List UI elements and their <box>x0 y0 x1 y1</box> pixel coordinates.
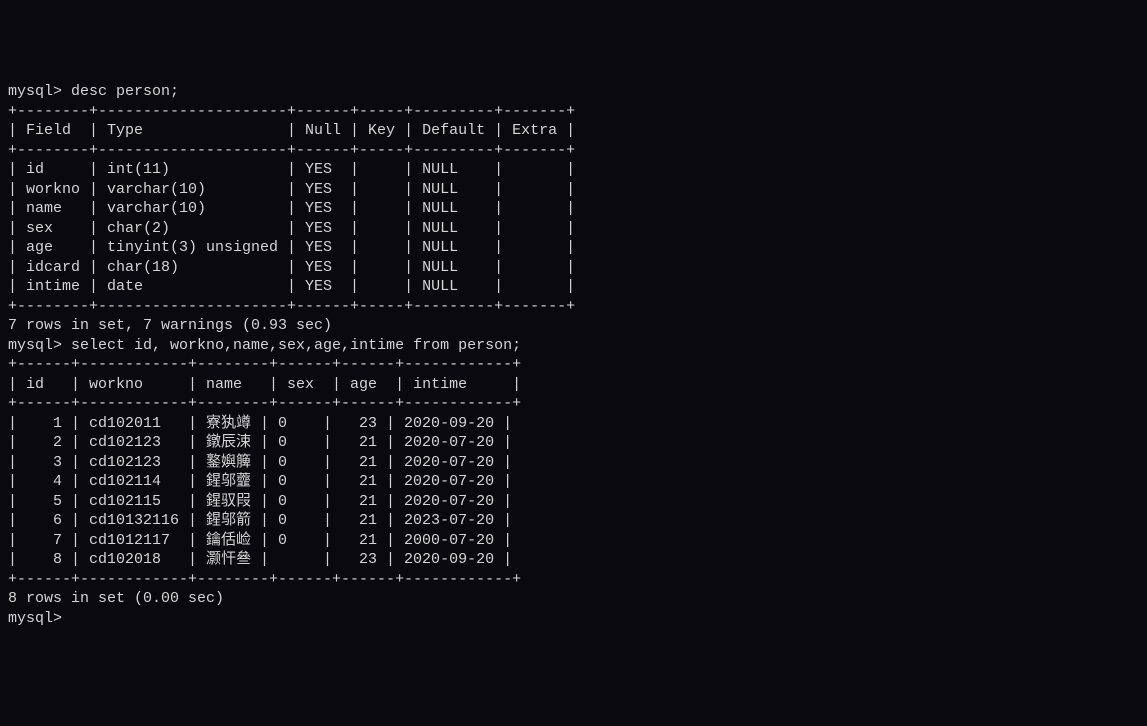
table-row: | name | varchar(10) | YES | | NULL | | <box>8 199 1139 219</box>
table-row: | age | tinyint(3) unsigned | YES | | NU… <box>8 238 1139 258</box>
status-text: 8 rows in set (0.00 sec) <box>8 589 1139 609</box>
table-border: +--------+---------------------+------+-… <box>8 102 1139 122</box>
command-text: select id, workno,name,sex,age,intime fr… <box>62 337 521 354</box>
table-row: | 7 | cd1012117 | 鑰佸崄 | 0 | 21 | 2000-07… <box>8 531 1139 551</box>
table-row: | 3 | cd102123 | 鐜嬩簲 | 0 | 21 | 2020-07-… <box>8 453 1139 473</box>
table-border: +------+------------+--------+------+---… <box>8 570 1139 590</box>
prompt-line[interactable]: mysql> <box>8 609 1139 629</box>
status-text: 7 rows in set, 7 warnings (0.93 sec) <box>8 316 1139 336</box>
table-row: | 1 | cd102011 | 寮犱竴 | 0 | 23 | 2020-09-… <box>8 414 1139 434</box>
table-row: | id | int(11) | YES | | NULL | | <box>8 160 1139 180</box>
table-row: | 8 | cd102018 | 灏忓叄 | | 23 | 2020-09-20… <box>8 550 1139 570</box>
table-row: | 6 | cd10132116 | 鍟邬箭 | 0 | 21 | 2023-0… <box>8 511 1139 531</box>
table-border: +--------+---------------------+------+-… <box>8 141 1139 161</box>
table-row: | idcard | char(18) | YES | | NULL | | <box>8 258 1139 278</box>
table-row: | workno | varchar(10) | YES | | NULL | … <box>8 180 1139 200</box>
table-border: +------+------------+--------+------+---… <box>8 355 1139 375</box>
mysql-prompt: mysql> <box>8 83 62 100</box>
mysql-prompt: mysql> <box>8 610 62 627</box>
table-border: +------+------------+--------+------+---… <box>8 394 1139 414</box>
command-text: desc person; <box>62 83 179 100</box>
prompt-line[interactable]: mysql> select id, workno,name,sex,age,in… <box>8 336 1139 356</box>
mysql-prompt: mysql> <box>8 337 62 354</box>
terminal-output[interactable]: mysql> desc person;+--------+-----------… <box>8 82 1139 628</box>
table-row: | 5 | cd102115 | 鍟驭叚 | 0 | 21 | 2020-07-… <box>8 492 1139 512</box>
table-row: | intime | date | YES | | NULL | | <box>8 277 1139 297</box>
table-header-row: | Field | Type | Null | Key | Default | … <box>8 121 1139 141</box>
table-row: | 2 | cd102123 | 鐓辰涑 | 0 | 21 | 2020-07-… <box>8 433 1139 453</box>
table-row: | sex | char(2) | YES | | NULL | | <box>8 219 1139 239</box>
prompt-line[interactable]: mysql> desc person; <box>8 82 1139 102</box>
table-border: +--------+---------------------+------+-… <box>8 297 1139 317</box>
table-row: | 4 | cd102114 | 鍟邬虀 | 0 | 21 | 2020-07-… <box>8 472 1139 492</box>
table-header-row: | id | workno | name | sex | age | intim… <box>8 375 1139 395</box>
